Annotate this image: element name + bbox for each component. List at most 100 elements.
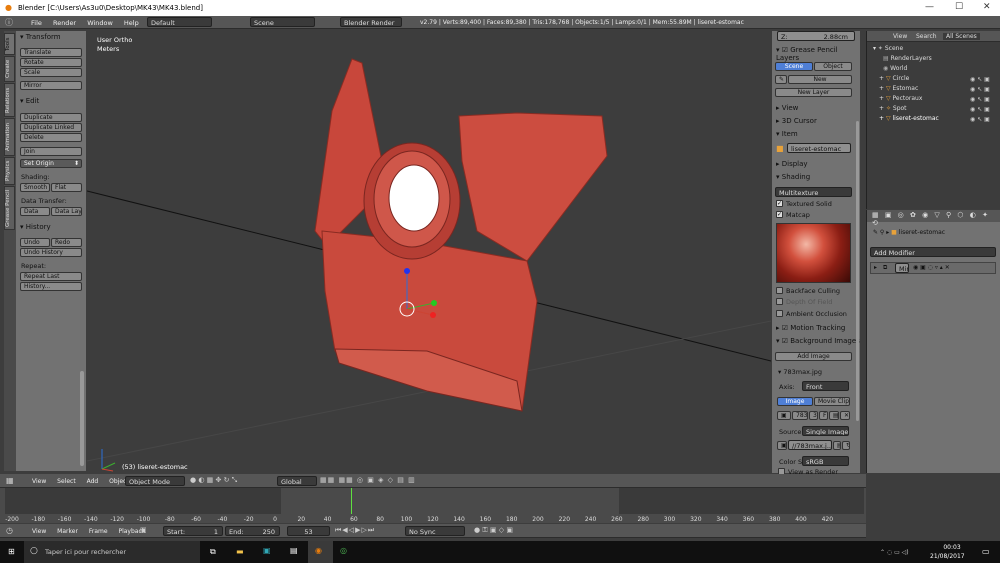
menu-view[interactable]: View [32,478,46,485]
viewport-shading-icons[interactable]: ● ◐ ▦ ✥ ↻ ⤡ [190,476,237,485]
item-name-field[interactable]: liseret-estomac [787,143,851,153]
outliner-row-renderlayers[interactable]: ▤ RenderLayers [883,55,932,62]
image-tab[interactable]: Image [777,397,813,406]
image-users-count[interactable]: 3 [809,411,818,420]
scale-button[interactable]: Scale [20,68,82,77]
file-explorer-icon[interactable]: ▬ [236,547,244,556]
system-tray-icons[interactable]: ⌃ ◌ ▭ ◁) [880,549,909,556]
transform-orientation-select[interactable]: Global [277,476,317,486]
info-editor-icon[interactable]: ⓘ [5,17,13,28]
menu-marker[interactable]: Marker [57,528,78,535]
smooth-button[interactable]: Smooth [20,183,50,192]
repeat-last-button[interactable]: Repeat Last [20,272,82,281]
menu-timeline-view[interactable]: View [32,528,46,535]
gizmo-y-handle[interactable] [431,300,437,306]
ambient-occlusion-checkbox[interactable] [776,310,783,317]
grease-pencil-header[interactable]: ▾ ☑ Grease Pencil Layers [776,46,860,62]
duplicate-linked-button[interactable]: Duplicate Linked [20,123,82,132]
delete-button[interactable]: Delete [20,133,82,142]
image-path-field[interactable]: //783max.j... [788,440,832,450]
outliner-row-circle[interactable]: + ▽ Circle [879,75,909,82]
outliner-display-select[interactable]: All Scenes [943,33,980,40]
join-button[interactable]: Join [20,147,82,156]
image-thumbnail-icon[interactable]: ▣ [777,441,787,450]
depth-of-field-checkbox[interactable] [776,298,783,305]
transform-panel-header[interactable]: ▾ Transform [20,33,61,41]
app-window-icon[interactable]: ▤ [290,546,298,555]
minimize-icon[interactable]: — [925,2,934,12]
expand-arrow-icon[interactable]: ▸ [874,264,877,271]
fake-user-button[interactable]: F [819,411,828,420]
image-browse-icon[interactable]: ▣ [777,411,791,420]
preview-range-icon[interactable]: ▣ [140,526,147,534]
item-panel-header[interactable]: ▾ Item [776,130,798,138]
app-m-icon[interactable]: ▣ [263,546,271,555]
properties-tab-icons[interactable]: ▦ ▣ ◎ ✿ ◉ ▽ ⚲ ⬡ ◐ ✦ ⟲ [872,211,1000,227]
menu-render[interactable]: Render [53,19,76,27]
background-image-entry[interactable]: ▾ 783max.jpg [778,368,822,376]
data-layout-button[interactable]: Data Layo [51,207,82,216]
flat-button[interactable]: Flat [51,183,82,192]
tab-tools[interactable]: Tools [4,33,15,55]
motion-tracking-header[interactable]: ▸ ☑ Motion Tracking [776,324,845,332]
menu-add[interactable]: Add [87,478,99,485]
outliner-view-menu[interactable]: View [893,33,907,40]
tab-create[interactable]: Create [4,56,15,82]
toolshelf-scrollbar[interactable] [80,371,84,466]
duplicate-button[interactable]: Duplicate [20,113,82,122]
new-layer-button[interactable]: New Layer [775,88,852,97]
scene-select[interactable]: Scene [250,17,315,27]
outliner-row-pectoraux[interactable]: + ▽ Pectoraux [879,95,922,102]
matcap-checkbox[interactable]: ✓ [776,211,783,218]
matcap-preview-image[interactable] [776,223,851,283]
chrome-icon[interactable]: ◎ [340,546,347,555]
axis-select[interactable]: Front [802,381,849,391]
current-frame-field[interactable]: 53 [287,526,330,536]
pencil-icon[interactable]: ✎ [775,75,787,84]
task-view-icon[interactable]: ⧉ [210,547,216,557]
menu-window[interactable]: Window [87,19,113,27]
outliner-row-liseret-estomac[interactable]: + ▽ liseret-estomac [879,115,939,122]
outliner-row-estomac[interactable]: + ▽ Estomac [879,85,918,92]
windows-start-icon[interactable]: ⊞ [8,547,15,556]
timeline-editor-icon[interactable]: ◷ [6,526,13,535]
3d-viewport[interactable]: User Ortho Meters (53) liseret-estomac [87,31,771,473]
menu-file[interactable]: File [31,19,42,27]
object-toggle-button[interactable]: Object [814,62,852,71]
file-browse-icon[interactable]: ▤ [833,441,841,450]
outliner-restrict-icons[interactable]: ◉ ↖ ▣ ◉ ↖ ▣ ◉ ↖ ▣ ◉ ↖ ▣ ◉ ↖ ▣ [970,75,990,125]
taskbar-search-box[interactable]: ○ Taper ici pour rechercher [24,541,200,563]
render-engine-select[interactable]: Blender Render [340,17,402,27]
unlink-image-icon[interactable]: ✕ [840,411,850,420]
undo-history-button[interactable]: Undo History [20,248,82,257]
close-icon[interactable]: ✕ [983,2,991,12]
undo-button[interactable]: Undo [20,238,50,247]
scene-toggle-button[interactable]: Scene [775,62,813,71]
gizmo-x-handle[interactable] [430,312,436,318]
taskbar-clock[interactable]: 00:03 [937,544,967,551]
new-button[interactable]: New [788,75,852,84]
editor-type-icon[interactable]: ▦ [6,476,14,485]
menu-help[interactable]: Help [124,19,139,27]
display-panel-header[interactable]: ▸ Display [776,160,808,168]
tab-physics[interactable]: Physics [4,157,15,185]
redo-button[interactable]: Redo [51,238,82,247]
open-image-icon[interactable]: ▤ [829,411,839,420]
data-button[interactable]: Data [20,207,50,216]
backface-culling-checkbox[interactable] [776,287,783,294]
gizmo-z-handle[interactable] [404,268,410,274]
outliner-search-menu[interactable]: Search [916,33,937,40]
keying-icons[interactable]: ● ⚿ ▣ ◇ ▣ [474,526,513,535]
color-space-select[interactable]: sRGB [802,456,849,466]
edit-panel-header[interactable]: ▾ Edit [20,97,39,105]
movie-clip-tab[interactable]: Movie Clip [814,397,850,406]
z-location-field[interactable]: Z: 2.88cm [777,31,855,41]
image-name-field[interactable]: 783 [792,411,808,420]
layer-buttons[interactable]: ▦▦ ▦▦ ◎ ▣ ◈ ◇ ▤ ▥ [320,476,416,484]
blender-taskbar-button[interactable]: ◉ [308,541,333,563]
outliner-row-spot[interactable]: + ✧ Spot [879,105,907,112]
taskbar-date[interactable]: 21/08/2017 [930,553,965,560]
source-select[interactable]: Single Image [802,426,849,436]
notification-icon[interactable]: ▭ [982,547,990,556]
modifier-name-field[interactable]: Mir [895,263,909,273]
